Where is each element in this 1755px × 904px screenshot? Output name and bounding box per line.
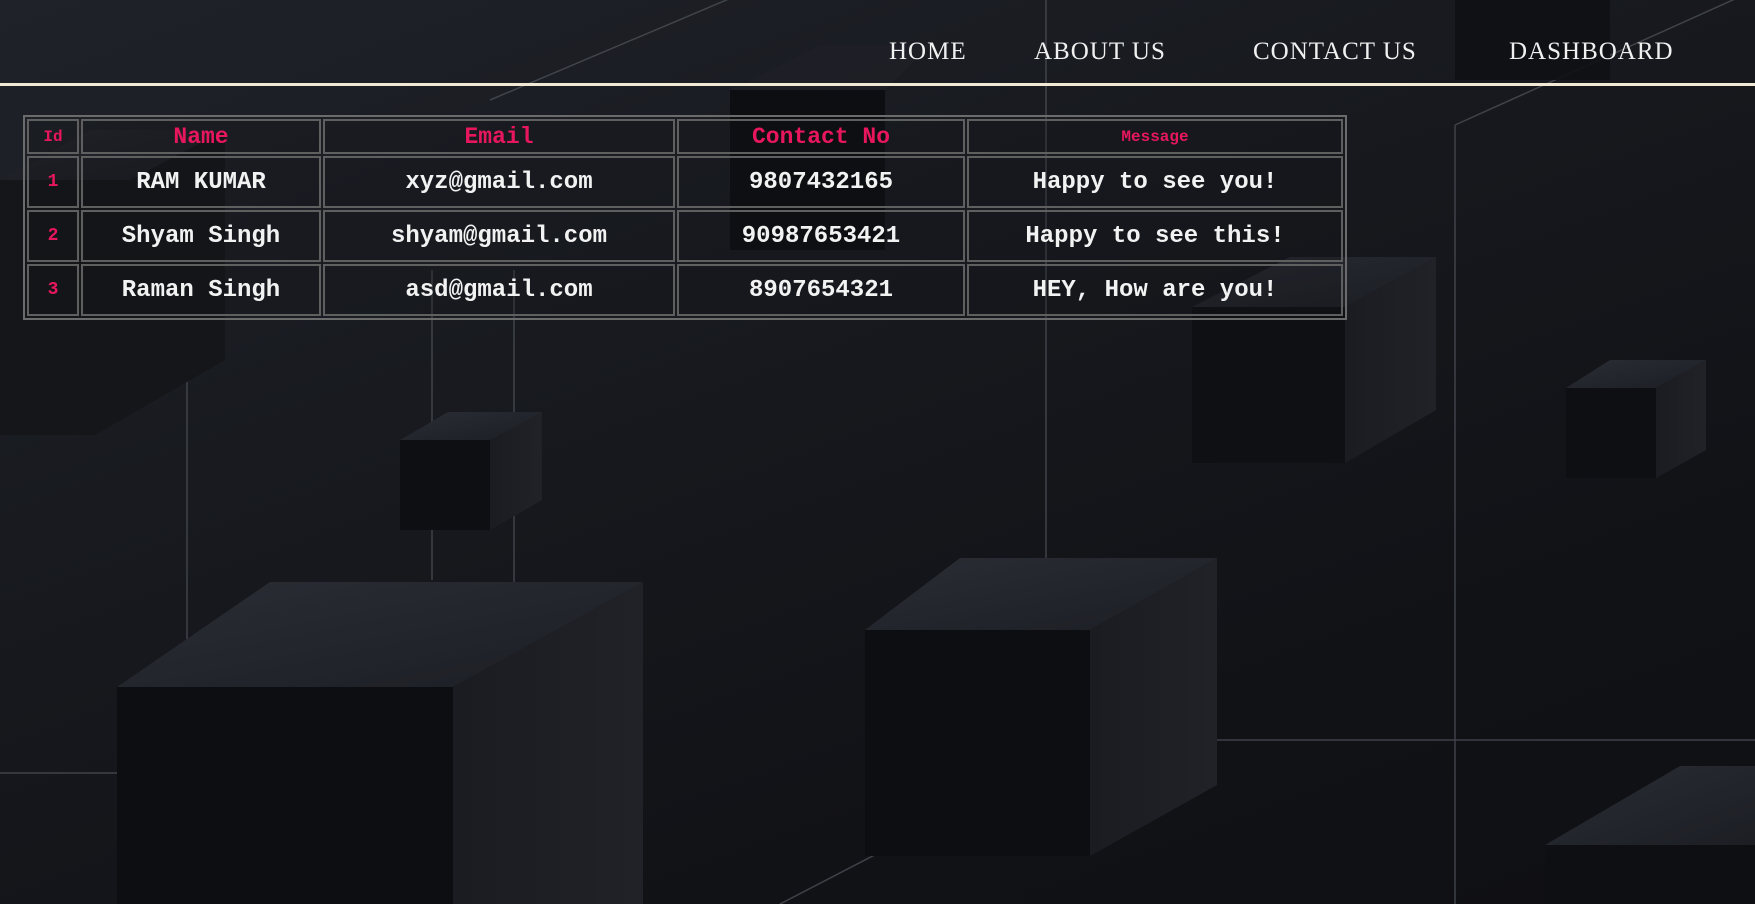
table-row: 1 RAM KUMAR xyz@gmail.com 9807432165 Hap… <box>27 156 1343 208</box>
cell-contact: 9807432165 <box>677 156 965 208</box>
nav-contact-link[interactable]: CONTACT US <box>1253 38 1417 66</box>
nav-about-link[interactable]: ABOUT US <box>1034 38 1166 66</box>
table-body: 1 RAM KUMAR xyz@gmail.com 9807432165 Hap… <box>27 156 1343 316</box>
header-name: Name <box>81 119 321 154</box>
cell-contact: 8907654321 <box>677 264 965 316</box>
nav-home-link[interactable]: HOME <box>889 38 967 66</box>
cell-email: asd@gmail.com <box>323 264 675 316</box>
cell-message: Happy to see you! <box>967 156 1343 208</box>
cell-message: Happy to see this! <box>967 210 1343 262</box>
header-contact: Contact No <box>677 119 965 154</box>
table-row: 3 Raman Singh asd@gmail.com 8907654321 H… <box>27 264 1343 316</box>
cell-message: HEY, How are you! <box>967 264 1343 316</box>
header-message: Message <box>967 119 1343 154</box>
table-header-row: Id Name Email Contact No Message <box>27 119 1343 154</box>
table-row: 2 Shyam Singh shyam@gmail.com 9098765342… <box>27 210 1343 262</box>
cell-id: 1 <box>27 156 79 208</box>
cell-contact: 90987653421 <box>677 210 965 262</box>
cell-email: shyam@gmail.com <box>323 210 675 262</box>
cell-email: xyz@gmail.com <box>323 156 675 208</box>
cell-name: RAM KUMAR <box>81 156 321 208</box>
cell-id: 3 <box>27 264 79 316</box>
cell-name: Raman Singh <box>81 264 321 316</box>
header-id: Id <box>27 119 79 154</box>
table-header: Id Name Email Contact No Message <box>27 119 1343 154</box>
cell-name: Shyam Singh <box>81 210 321 262</box>
cell-id: 2 <box>27 210 79 262</box>
top-navbar: HOME ABOUT US CONTACT US DASHBOARD <box>0 0 1755 86</box>
nav-dashboard-link[interactable]: DASHBOARD <box>1509 38 1674 66</box>
header-email: Email <box>323 119 675 154</box>
contacts-table: Id Name Email Contact No Message 1 RAM K… <box>23 115 1347 320</box>
contacts-table-container: Id Name Email Contact No Message 1 RAM K… <box>23 115 1347 320</box>
